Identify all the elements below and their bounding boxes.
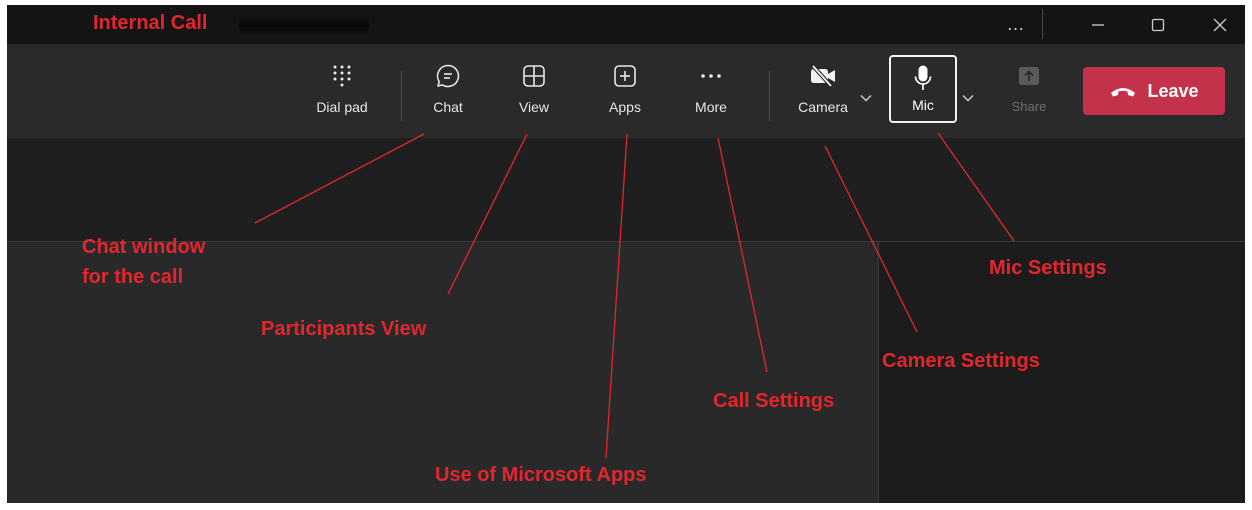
toolbar-divider: [769, 71, 770, 121]
camera-off-icon: [811, 64, 835, 88]
more-dots-icon: [701, 74, 721, 78]
maximize-icon: [1151, 18, 1165, 31]
camera-button[interactable]: Camera: [791, 61, 855, 131]
window-title: Internal Call: [93, 12, 208, 34]
leave-button[interactable]: Leave: [1083, 67, 1225, 115]
view-button[interactable]: View: [502, 61, 566, 131]
camera-options-chevron[interactable]: [860, 89, 872, 107]
share-label: Share: [1011, 99, 1047, 114]
minimize-icon: [1092, 23, 1104, 26]
window-more-button[interactable]: …: [999, 5, 1033, 44]
chat-annotation: Chat window for the call: [82, 232, 205, 292]
microphone-icon: [914, 65, 932, 90]
camera-label: Camera: [798, 99, 848, 115]
dial-pad-button[interactable]: Dial pad: [310, 61, 374, 131]
more-button[interactable]: More: [679, 61, 743, 131]
minimize-button[interactable]: [1081, 5, 1115, 44]
apps-annotation: Use of Microsoft Apps: [435, 464, 647, 486]
mic-options-chevron[interactable]: [962, 89, 974, 107]
grid-view-icon: [523, 65, 545, 87]
view-label: View: [518, 99, 550, 115]
apps-label: Apps: [609, 99, 641, 115]
title-bar: Internal Call …: [7, 5, 1245, 44]
close-button[interactable]: [1203, 5, 1237, 44]
share-button[interactable]: Share: [997, 61, 1061, 131]
chat-annotation-line-1: Chat window: [82, 236, 206, 258]
mic-annotation: Mic Settings: [989, 257, 1107, 279]
dial-pad-label: Dial pad: [316, 99, 368, 115]
more-label: More: [695, 99, 727, 115]
chevron-down-icon: [962, 95, 974, 102]
share-tray-icon: [1019, 67, 1039, 85]
dialpad-icon: [333, 65, 351, 87]
camera-annotation: Camera Settings: [882, 350, 1040, 372]
chevron-down-icon: [860, 95, 872, 102]
toolbar-divider: [401, 71, 402, 121]
view-annotation: Participants View: [261, 318, 427, 340]
chat-annotation-line-2: for the call: [82, 266, 184, 288]
leave-label: Leave: [1147, 80, 1199, 101]
hang-up-icon: [1111, 88, 1136, 97]
add-app-icon: [614, 65, 636, 87]
maximize-button[interactable]: [1141, 5, 1175, 44]
chat-button[interactable]: Chat: [416, 61, 480, 131]
title-divider: [1042, 9, 1043, 39]
mic-label: Mic: [912, 97, 934, 113]
chat-label: Chat: [433, 99, 463, 115]
chat-bubble-icon: [436, 64, 460, 88]
redacted-area: [239, 15, 369, 37]
close-icon: [1213, 18, 1227, 31]
mic-button[interactable]: Mic: [889, 55, 957, 123]
more-annotation: Call Settings: [713, 390, 835, 412]
apps-button[interactable]: Apps: [593, 61, 657, 131]
